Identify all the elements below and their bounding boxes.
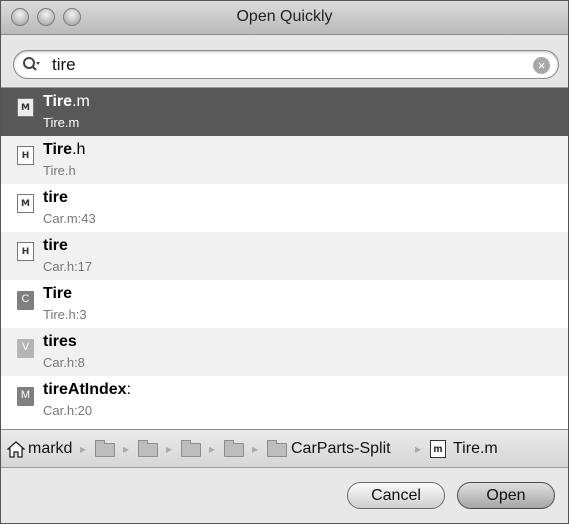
result-row[interactable]: V tires Car.h:8 (1, 328, 568, 376)
class-symbol-icon: C (17, 291, 34, 310)
m-file-icon: M (17, 98, 34, 117)
path-item-project[interactable]: CarParts-Split (291, 440, 391, 458)
variable-symbol-icon: V (17, 339, 34, 358)
result-name: Tire.h (43, 141, 86, 158)
m-file-icon: M (17, 194, 34, 213)
folder-icon[interactable] (224, 440, 244, 457)
title-bar[interactable]: Open Quickly (1, 1, 568, 35)
search-input[interactable]: tire × (13, 50, 559, 79)
result-path: Tire.h (43, 163, 76, 178)
path-separator-icon: ▸ (80, 442, 87, 456)
result-name: Tire (43, 285, 73, 302)
result-name: tire (43, 189, 68, 206)
folder-icon[interactable] (95, 440, 115, 457)
result-path: Tire.h:3 (43, 307, 87, 322)
path-separator-icon: ▸ (209, 442, 216, 456)
path-separator-icon: ▸ (166, 442, 173, 456)
result-row[interactable]: M tire Car.m:43 (1, 184, 568, 232)
result-path: Tire.m (43, 115, 80, 130)
clear-search-icon[interactable]: × (533, 57, 550, 74)
results-list[interactable]: M Tire.m Tire.m H Tire.h Tire.h M tire C… (1, 87, 568, 429)
home-icon (7, 441, 25, 458)
folder-icon[interactable] (138, 440, 158, 457)
result-row[interactable]: M tireAtIndex: Car.h:20 (1, 376, 568, 424)
result-name: tires (43, 333, 77, 350)
search-icon[interactable] (22, 56, 42, 74)
result-name: tire (43, 237, 68, 254)
path-separator-icon: ▸ (252, 442, 259, 456)
open-button[interactable]: Open (457, 482, 555, 509)
open-quickly-window: Open Quickly tire × M Tire.m Tire.m H Ti… (0, 0, 569, 524)
result-row[interactable]: M Tire.m Tire.m (1, 88, 568, 136)
window-title: Open Quickly (236, 8, 333, 25)
result-row[interactable]: C Tire Tire.h:3 (1, 280, 568, 328)
m-file-icon: m (430, 440, 446, 458)
search-row: tire × (1, 35, 568, 87)
folder-icon[interactable] (267, 440, 287, 457)
result-row[interactable]: H tire Car.h:17 (1, 232, 568, 280)
h-file-icon: H (17, 242, 34, 261)
path-separator-icon: ▸ (415, 442, 422, 456)
search-value[interactable]: tire (52, 55, 76, 75)
path-bar: markd ▸ ▸ ▸ ▸ ▸ CarParts-Split ▸ m Tire.… (1, 429, 568, 468)
path-item-file[interactable]: Tire.m (453, 440, 498, 458)
method-symbol-icon: M (17, 387, 34, 406)
result-path: Car.h:17 (43, 259, 93, 274)
result-row[interactable]: H Tire.h Tire.h (1, 136, 568, 184)
button-bar: Cancel Open (1, 468, 568, 523)
path-item-home[interactable]: markd (28, 440, 72, 458)
result-path: Car.m:43 (43, 211, 96, 226)
result-path: Car.h:8 (43, 355, 85, 370)
cancel-button[interactable]: Cancel (347, 482, 445, 509)
folder-icon[interactable] (181, 440, 201, 457)
result-path: Car.h:20 (43, 403, 93, 418)
result-name: Tire.m (43, 93, 90, 110)
result-name: tireAtIndex: (43, 381, 132, 398)
path-separator-icon: ▸ (123, 442, 130, 456)
h-file-icon: H (17, 146, 34, 165)
